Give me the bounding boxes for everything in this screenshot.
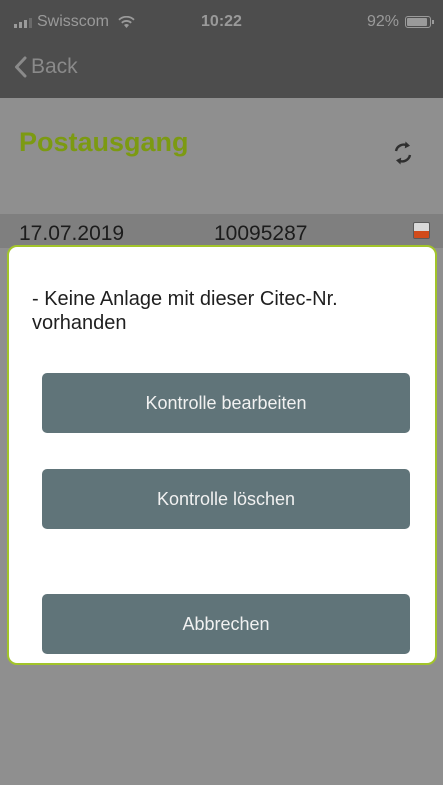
battery-icon bbox=[405, 16, 434, 28]
dialog-message: - Keine Anlage mit dieser Citec-Nr. vorh… bbox=[32, 288, 338, 334]
navigation-bar: Back bbox=[0, 46, 443, 98]
row-number: 10095287 bbox=[214, 222, 308, 245]
status-battery-group: 92% bbox=[366, 13, 434, 31]
chevron-left-icon bbox=[15, 56, 27, 78]
edit-control-button[interactable]: Kontrolle bearbeiten bbox=[42, 373, 410, 433]
list-row[interactable]: 17.07.2019 10095287 bbox=[0, 214, 443, 248]
delete-control-button[interactable]: Kontrolle löschen bbox=[42, 469, 410, 529]
action-dialog: - Keine Anlage mit dieser Citec-Nr. vorh… bbox=[7, 245, 437, 665]
back-label: Back bbox=[31, 55, 78, 78]
battery-percent: 92% bbox=[366, 13, 399, 30]
page-title: Postausgang bbox=[19, 127, 189, 157]
status-bar: Swisscom 10:22 92% bbox=[0, 0, 443, 46]
status-indicator-icon bbox=[413, 222, 430, 239]
cancel-button[interactable]: Abbrechen bbox=[42, 594, 410, 654]
back-button[interactable]: Back bbox=[14, 55, 78, 79]
row-date: 17.07.2019 bbox=[19, 222, 125, 245]
refresh-icon[interactable] bbox=[390, 140, 416, 166]
